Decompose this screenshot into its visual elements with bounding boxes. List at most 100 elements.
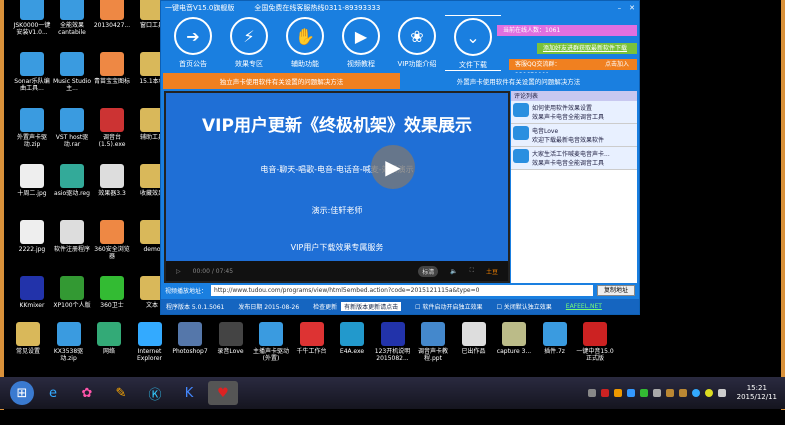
tool-label: 文件下载 bbox=[459, 61, 487, 69]
desktop-icon[interactable]: Internet Explorer bbox=[130, 322, 170, 362]
clock[interactable]: 15:21 2015/12/11 bbox=[737, 384, 777, 402]
play-button[interactable]: ▶ bbox=[371, 145, 415, 189]
list-item[interactable]: 大家生活工作喊麦电音声卡... 效果声卡电音全能调音工具 bbox=[511, 147, 637, 170]
file-icon bbox=[60, 164, 84, 188]
app-taskbar-icon[interactable]: ✎ bbox=[106, 381, 136, 405]
tool-vip[interactable]: ❀ VIP功能介绍 bbox=[389, 15, 445, 71]
desktop-icon[interactable]: Music Studio主... bbox=[52, 52, 92, 92]
tray-icon[interactable] bbox=[704, 389, 713, 397]
video-time: 00:00 / 07:45 bbox=[192, 267, 234, 275]
icon-label: 效果器3.3 bbox=[98, 190, 126, 197]
close-button[interactable]: ✕ bbox=[629, 4, 635, 12]
site-link[interactable]: EAFEEL.NET bbox=[566, 303, 602, 310]
file-icon bbox=[20, 164, 44, 188]
desktop-icon[interactable]: asio驱动.reg bbox=[52, 164, 92, 197]
desktop-icon[interactable]: KKmixer bbox=[12, 276, 52, 309]
item-desc: 效果声卡电音全能调音工具 bbox=[532, 114, 605, 121]
desktop-icon[interactable]: 360安全浏览器 bbox=[92, 220, 132, 260]
copy-url-button[interactable]: 复制地址 bbox=[596, 285, 635, 296]
desktop-icon[interactable]: 录音Love bbox=[211, 322, 251, 355]
desktop-icon[interactable]: 千牛工作台 bbox=[292, 322, 332, 355]
desktop-icon[interactable]: 效果器3.3 bbox=[92, 164, 132, 197]
desktop-icon[interactable]: 123开机说明2015082... bbox=[373, 322, 413, 362]
join-button[interactable]: 点击加入 bbox=[599, 59, 637, 70]
desktop-icon[interactable]: KX3538驱动.zip bbox=[49, 322, 89, 362]
checkbox-startup[interactable]: ☐ 软件启动开启独立效果 bbox=[415, 302, 482, 311]
tool-assist[interactable]: ✋ 辅助功能 bbox=[277, 15, 333, 71]
desktop-icon[interactable]: JSK0000一键安装V1.0... bbox=[12, 0, 52, 36]
desktop-icon[interactable]: 常见设置 bbox=[8, 322, 48, 355]
tray-icon[interactable] bbox=[665, 389, 674, 397]
fullscreen-icon[interactable]: ⛶ bbox=[470, 267, 474, 275]
url-input[interactable]: http://www.tudou.com/programs/view/html5… bbox=[211, 285, 593, 296]
desktop-icon[interactable]: 已出作品 bbox=[454, 322, 494, 355]
desktop-icon[interactable]: 全能效果cantabile bbox=[52, 0, 92, 36]
tray-icon[interactable] bbox=[600, 389, 609, 397]
volume-icon[interactable] bbox=[652, 389, 661, 397]
desktop-icon[interactable]: 360卫士 bbox=[92, 276, 132, 309]
tray-icon[interactable] bbox=[613, 389, 622, 397]
desktop-icon[interactable]: Sonar乐队编曲工具... bbox=[12, 52, 52, 92]
update-button[interactable]: 有新版本更新请点击 bbox=[341, 302, 402, 311]
start-button[interactable]: ⊞ bbox=[10, 381, 34, 405]
file-icon bbox=[100, 0, 124, 20]
tab-internal-card[interactable]: 独立声卡使用软件有关设置的问题解决方法 bbox=[163, 73, 400, 89]
icon-label: XP100个人版 bbox=[53, 302, 91, 309]
desktop-icon[interactable]: 20130427... bbox=[92, 0, 132, 29]
kugou-taskbar-icon[interactable]: Ⓚ bbox=[140, 381, 170, 405]
video-controls: ▷ 00:00 / 07:45 标清 🔈 ⛶ 土豆 bbox=[166, 261, 508, 281]
quality-button[interactable]: 标清 bbox=[418, 265, 439, 277]
list-item[interactable]: 如何使用软件效果设置 效果声卡电音全能调音工具 bbox=[511, 101, 637, 124]
tray-icon[interactable] bbox=[678, 389, 687, 397]
list-item[interactable]: 电音Love 欢迎下载最新电音效果软件 bbox=[511, 124, 637, 147]
checkbox-label: 软件启动开启独立效果 bbox=[422, 304, 483, 311]
desktop-icon[interactable]: 调音台(1.5).exe bbox=[92, 108, 132, 148]
taskbar: ⊞ e ✿ ✎ Ⓚ K ♥ 15:21 2015/12/11 bbox=[0, 377, 785, 409]
desktop-icon[interactable]: VST host驱动.rar bbox=[52, 108, 92, 148]
yijian-dianyin-taskbar-icon[interactable]: ♥ bbox=[208, 381, 238, 405]
minimize-button[interactable]: – bbox=[618, 4, 622, 12]
video-headline: VIP用户更新《终极机架》效果展示 bbox=[202, 116, 472, 136]
desktop-icon[interactable]: 软件注册程序 bbox=[52, 220, 92, 253]
shield-icon[interactable] bbox=[639, 389, 648, 397]
play-icon[interactable]: ▷ bbox=[176, 268, 181, 275]
volume-icon[interactable]: 🔈 bbox=[450, 268, 457, 275]
shield-icon[interactable] bbox=[626, 389, 635, 397]
file-icon bbox=[20, 108, 44, 132]
desktop-icon[interactable]: 2222.jpg bbox=[12, 220, 52, 253]
tab-external-card[interactable]: 外置声卡使用软件有关设置的问题解决方法 bbox=[400, 73, 637, 89]
lightning-icon: ⚡ bbox=[230, 17, 268, 55]
ie-taskbar-icon[interactable]: e bbox=[38, 381, 68, 405]
desktop-icon[interactable]: 网络 bbox=[89, 322, 129, 355]
desktop-icon[interactable]: 一键中音15.0正式版 bbox=[575, 322, 615, 362]
desktop-icon[interactable]: 外置声卡驱动.zip bbox=[12, 108, 52, 148]
desktop-icon[interactable]: XP100个人版 bbox=[52, 276, 92, 309]
desktop-icon[interactable]: 青苗宝宝图标 bbox=[92, 52, 132, 85]
download-link[interactable]: 添加好友进群获取最新软件下载 bbox=[537, 43, 637, 54]
url-label: 视频播放地址： bbox=[165, 288, 208, 295]
browser-360-taskbar-icon[interactable]: ✿ bbox=[72, 381, 102, 405]
tool-video-tutorial[interactable]: ▶ 视频教程 bbox=[333, 15, 389, 71]
desktop-icon[interactable]: 主播声卡驱动(外置) bbox=[251, 322, 291, 362]
tray-icon[interactable] bbox=[691, 389, 700, 397]
desktop-icon[interactable]: 十周二.jpg bbox=[12, 164, 52, 197]
desktop-icon[interactable]: E4A.exe bbox=[332, 322, 372, 355]
desktop-icon[interactable]: 调音声卡教程.ppt bbox=[413, 322, 453, 362]
desktop-icon[interactable]: Photoshop7 bbox=[170, 322, 210, 355]
tray-icon[interactable] bbox=[587, 389, 596, 397]
desktop-icon[interactable]: capture 3... bbox=[494, 322, 534, 355]
tool-effects[interactable]: ⚡ 效果专区 bbox=[221, 15, 277, 71]
file-icon bbox=[100, 276, 124, 300]
file-icon bbox=[16, 322, 40, 346]
checkbox-default[interactable]: ☐ 关闭默认独立效果 bbox=[496, 302, 551, 311]
tool-home-notice[interactable]: ➔ 首页公告 bbox=[165, 15, 221, 71]
file-icon bbox=[56, 322, 81, 346]
kx-taskbar-icon[interactable]: K bbox=[174, 381, 204, 405]
desktop-icon[interactable]: 插件.7z bbox=[535, 322, 575, 355]
tool-label: 首页公告 bbox=[179, 60, 207, 68]
video-player[interactable]: VIP用户更新《终极机架》效果展示 电音-聊天-唱歌-电音-电话音-喊麦-效果演… bbox=[164, 91, 510, 283]
release-date: 发布日期 2015-08-26 bbox=[238, 304, 300, 311]
network-icon[interactable] bbox=[717, 389, 726, 397]
icon-label: 主播声卡驱动(外置) bbox=[252, 348, 289, 362]
tool-download[interactable]: ⌄ 文件下载 bbox=[445, 15, 501, 71]
